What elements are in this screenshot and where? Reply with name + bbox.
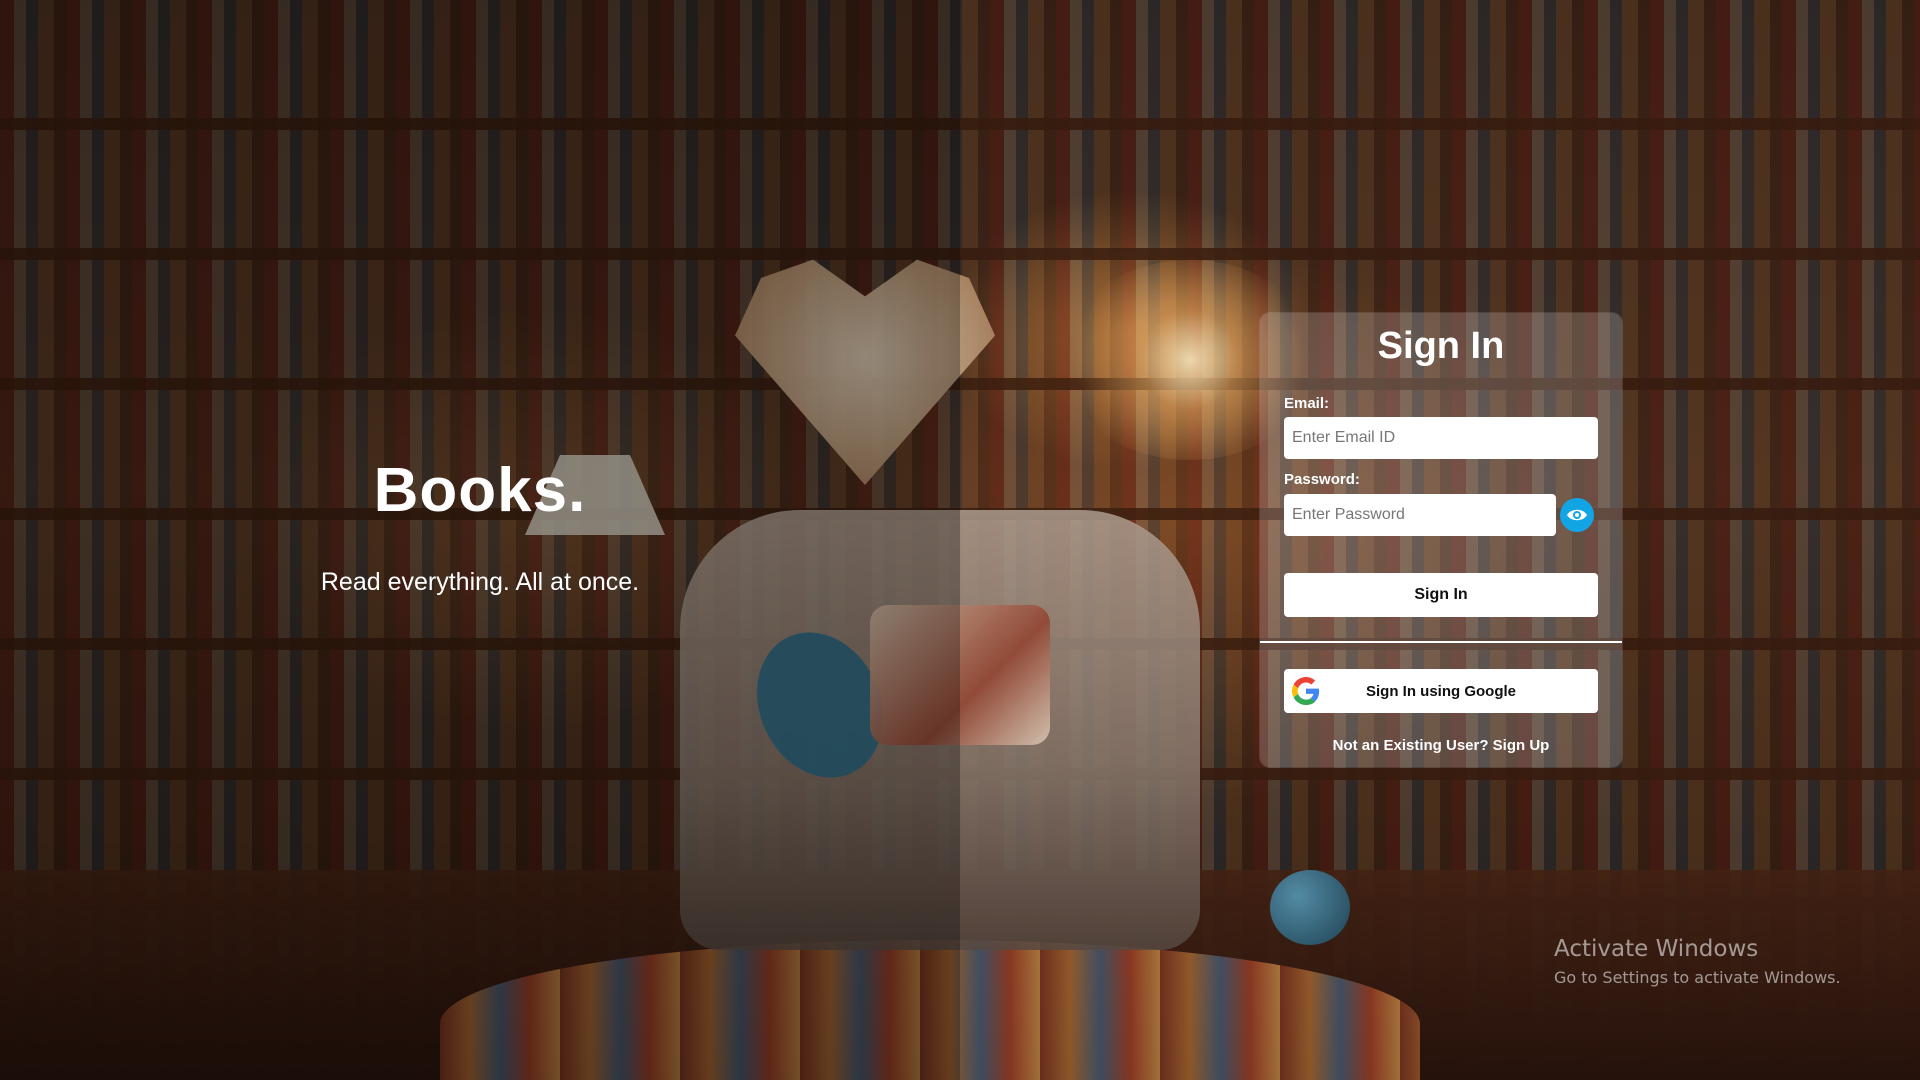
signup-link[interactable]: Sign Up <box>1493 737 1550 754</box>
brand-title: Books. <box>373 456 587 525</box>
toggle-password-visibility-button[interactable] <box>1560 498 1594 532</box>
watermark-title: Activate Windows <box>1554 936 1759 962</box>
signup-prompt-text: Not an Existing User? <box>1332 737 1489 754</box>
signup-prompt: Not an Existing User? Sign Up <box>1260 737 1622 754</box>
email-input[interactable] <box>1284 417 1598 459</box>
email-label: Email: <box>1284 395 1330 412</box>
password-input[interactable] <box>1284 494 1556 536</box>
signin-title: Sign In <box>1377 325 1505 367</box>
google-logo-icon <box>1292 677 1320 705</box>
divider <box>1260 641 1622 643</box>
signin-button[interactable]: Sign In <box>1284 573 1598 617</box>
windows-activation-watermark: Activate Windows Go to Settings to activ… <box>1554 936 1841 987</box>
password-label: Password: <box>1284 471 1360 488</box>
left-panel-overlay <box>0 0 960 1080</box>
brand-tagline: Read everything. All at once. <box>320 568 640 596</box>
google-signin-button[interactable]: Sign In using Google <box>1284 669 1598 713</box>
google-signin-label: Sign In using Google <box>1366 682 1516 700</box>
signin-card: Sign In Email: Password: Sign In Sign In… <box>1260 313 1622 767</box>
eye-icon <box>1567 509 1587 521</box>
watermark-subtitle: Go to Settings to activate Windows. <box>1554 968 1841 987</box>
